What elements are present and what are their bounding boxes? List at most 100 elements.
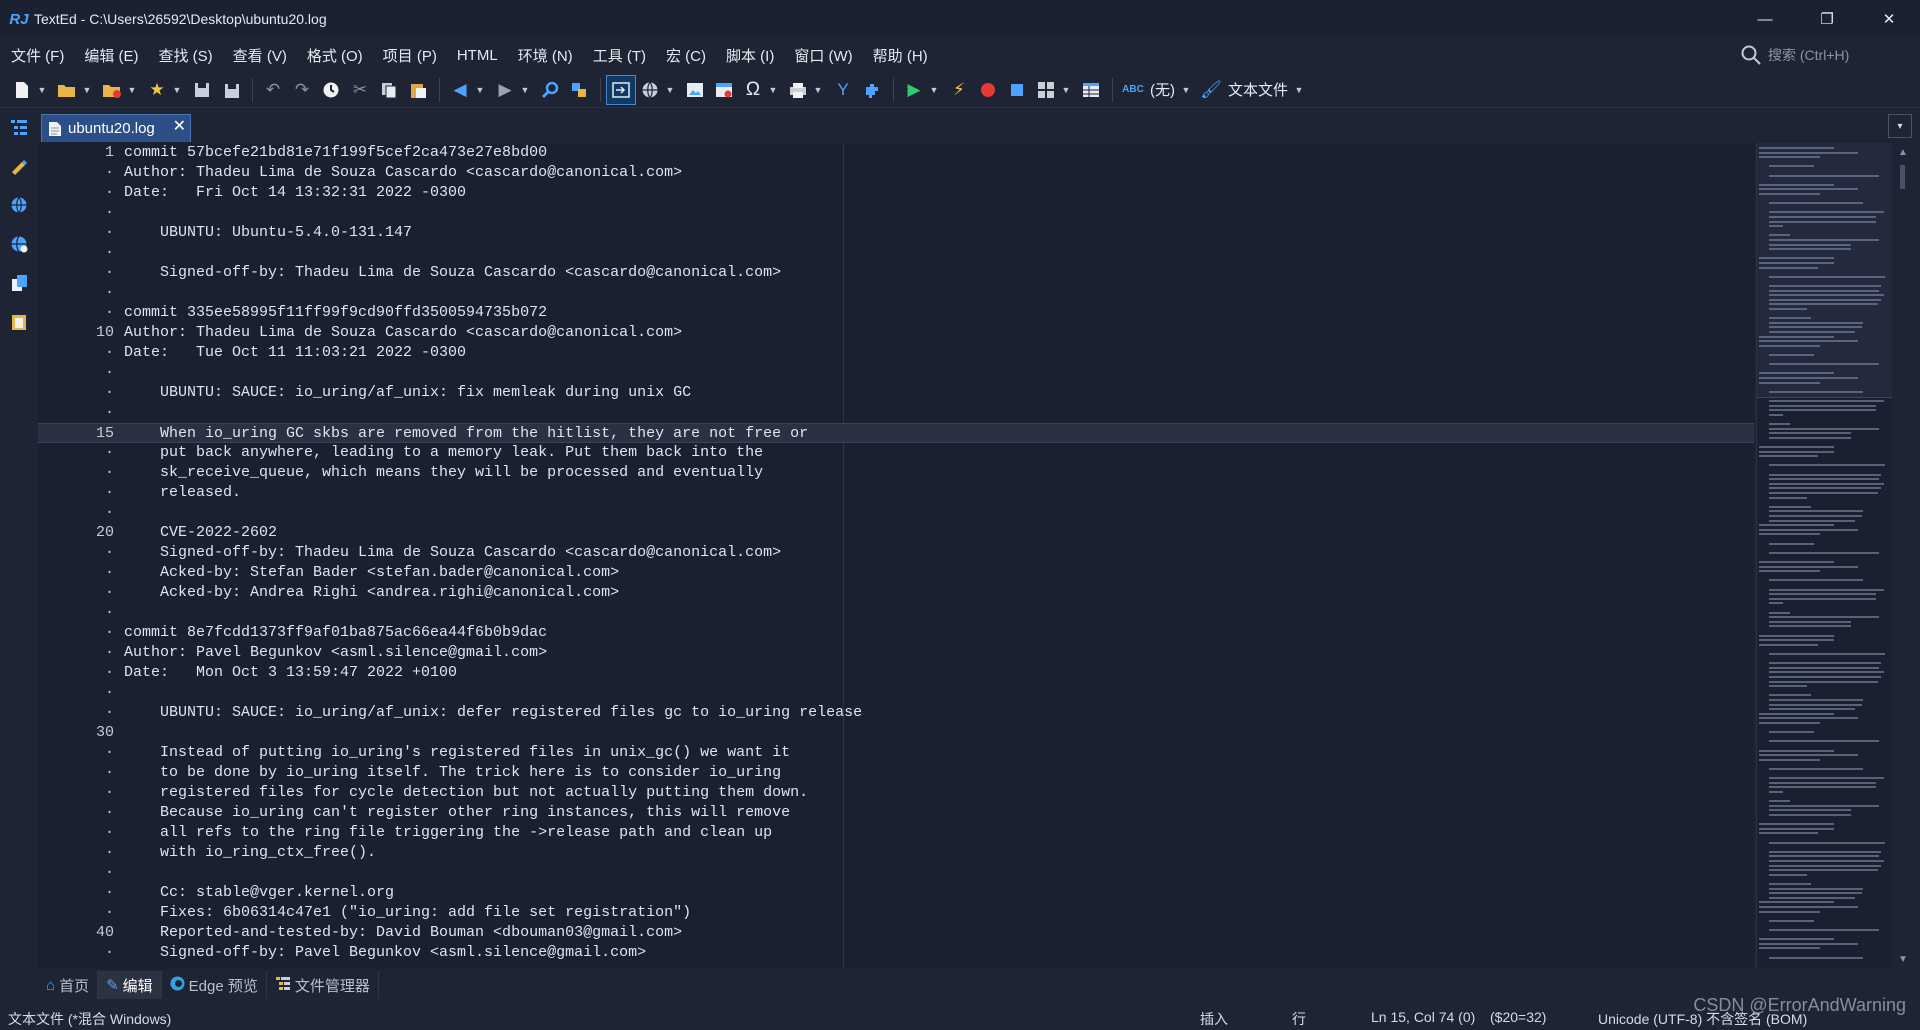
print-dropdown[interactable]: ▼ xyxy=(813,85,823,95)
new-file-icon[interactable] xyxy=(8,76,36,104)
image-icon[interactable] xyxy=(681,76,709,104)
print-icon[interactable] xyxy=(784,76,812,104)
editor-line[interactable]: · Fixes: 6b06314c47e1 ("io_uring: add fi… xyxy=(38,903,1754,923)
undo-icon[interactable]: ↶ xyxy=(259,76,287,104)
editor-line[interactable]: · Acked-by: Andrea Righi <andrea.righi@c… xyxy=(38,583,1754,603)
open-dropdown[interactable]: ▼ xyxy=(82,85,92,95)
editor-line[interactable]: · registered files for cycle detection b… xyxy=(38,783,1754,803)
editor-line[interactable]: · with io_ring_ctx_free(). xyxy=(38,843,1754,863)
ftp-globe-icon[interactable] xyxy=(4,229,34,259)
menu-environment[interactable]: 环境 (N) xyxy=(507,45,582,66)
back-dropdown[interactable]: ▼ xyxy=(475,85,485,95)
editor-line[interactable]: · commit 335ee58995f11ff99f9cd90ffd350059… xyxy=(38,303,1754,323)
editor-line[interactable]: · Date: Mon Oct 3 13:59:47 2022 +0100 xyxy=(38,663,1754,683)
menu-html[interactable]: HTML xyxy=(446,47,507,64)
menu-script[interactable]: 脚本 (I) xyxy=(715,45,783,66)
editor-line[interactable]: · sk_receive_queue, which means they wil… xyxy=(38,463,1754,483)
editor-line[interactable]: · Cc: stable@vger.kernel.org xyxy=(38,883,1754,903)
forward-arrow-icon[interactable]: ▶ xyxy=(491,76,519,104)
scroll-up-icon[interactable]: ▲ xyxy=(1898,147,1908,158)
editor-line[interactable]: 20 CVE-2022-2602 xyxy=(38,523,1754,543)
editor-line[interactable]: · Author: Pavel Begunkov <asml.silence@gm… xyxy=(38,643,1754,663)
record-icon[interactable] xyxy=(974,76,1002,104)
menu-tools[interactable]: 工具 (T) xyxy=(582,45,655,66)
redo-icon[interactable]: ↷ xyxy=(288,76,316,104)
filetype-select[interactable]: 文本文件 xyxy=(1228,79,1288,100)
scroll-down-icon[interactable]: ▼ xyxy=(1898,954,1908,965)
table-icon[interactable] xyxy=(710,76,738,104)
favorites-star-icon[interactable]: ★ xyxy=(143,76,171,104)
menu-window[interactable]: 窗口 (W) xyxy=(783,45,861,66)
menu-macro[interactable]: 宏 (C) xyxy=(655,45,715,66)
view-tab-home[interactable]: ⌂ 首页 xyxy=(38,971,99,999)
recent-dropdown[interactable]: ▼ xyxy=(127,85,137,95)
editor-line[interactable]: · xyxy=(38,403,1754,423)
cut-icon[interactable]: ✂ xyxy=(346,76,374,104)
menu-file[interactable]: 文件 (F) xyxy=(0,45,73,66)
filetype-dropdown[interactable]: ▼ xyxy=(1294,85,1304,95)
editor-line[interactable]: · put back anywhere, leading to a memory… xyxy=(38,443,1754,463)
menu-format[interactable]: 格式 (O) xyxy=(296,45,372,66)
editor-line[interactable]: · UBUNTU: SAUCE: io_uring/af_unix: fix m… xyxy=(38,383,1754,403)
editor-line[interactable]: 30 xyxy=(38,723,1754,743)
tools-icon[interactable]: Y xyxy=(829,76,857,104)
close-window-button[interactable]: ✕ xyxy=(1858,0,1920,38)
editor-line[interactable]: · Because io_uring can't register other … xyxy=(38,803,1754,823)
editor-line[interactable]: · Signed-off-by: Pavel Begunkov <asml.si… xyxy=(38,943,1754,963)
editor-line[interactable]: · all refs to the ring file triggering t… xyxy=(38,823,1754,843)
globe-dropdown[interactable]: ▼ xyxy=(665,85,675,95)
history-clock-icon[interactable] xyxy=(317,76,345,104)
view-tab-edit[interactable]: ✎ 编辑 xyxy=(98,971,162,999)
tabs-menu-button[interactable]: ▾ xyxy=(1888,114,1912,138)
editor-line[interactable]: · xyxy=(38,603,1754,623)
globe-icon[interactable] xyxy=(636,76,664,104)
editor-line[interactable]: · Instead of putting io_uring's register… xyxy=(38,743,1754,763)
outline-list-icon[interactable] xyxy=(4,112,34,142)
editor-line[interactable]: · UBUNTU: SAUCE: io_uring/af_unix: defer… xyxy=(38,703,1754,723)
file-panel-icon[interactable] xyxy=(4,268,34,298)
editor-line[interactable]: · xyxy=(38,863,1754,883)
grid-icon[interactable] xyxy=(1077,76,1105,104)
editor-line[interactable]: · Date: Fri Oct 14 13:32:31 2022 -0300 xyxy=(38,183,1754,203)
menu-help[interactable]: 帮助 (H) xyxy=(862,45,937,66)
tab-close-icon[interactable]: ✕ xyxy=(173,116,186,136)
menu-project[interactable]: 项目 (P) xyxy=(372,45,446,66)
copy-icon[interactable] xyxy=(375,76,403,104)
status-insert-mode[interactable]: 插入 xyxy=(1200,1009,1228,1029)
layout-dropdown[interactable]: ▼ xyxy=(1061,85,1071,95)
tab-ubuntu20-log[interactable]: ubuntu20.log ✕ xyxy=(41,114,191,142)
abc-icon[interactable]: ABC xyxy=(1119,76,1147,104)
status-file-type[interactable]: 文本文件 (*混合 Windows) xyxy=(8,1009,171,1029)
editor-line[interactable]: · released. xyxy=(38,483,1754,503)
vertical-scrollbar[interactable]: ▲ ▼ xyxy=(1894,143,1912,969)
flash-icon[interactable]: ⚡ xyxy=(945,76,973,104)
new-file-dropdown[interactable]: ▼ xyxy=(37,85,47,95)
editor-line[interactable]: 10 Author: Thadeu Lima de Souza Cascardo … xyxy=(38,323,1754,343)
paste-icon[interactable] xyxy=(404,76,432,104)
menu-edit[interactable]: 编辑 (E) xyxy=(73,45,147,66)
menu-search[interactable]: 查找 (S) xyxy=(148,45,222,66)
omega-icon[interactable]: Ω xyxy=(739,76,767,104)
clip-library-icon[interactable] xyxy=(4,151,34,181)
editor-line[interactable]: · Date: Tue Oct 11 11:03:21 2022 -0300 xyxy=(38,343,1754,363)
editor-line[interactable]: 40 Reported-and-tested-by: David Bouman … xyxy=(38,923,1754,943)
editor-line[interactable]: · xyxy=(38,243,1754,263)
editor-line[interactable]: · Author: Thadeu Lima de Souza Cascardo <… xyxy=(38,163,1754,183)
save-all-icon[interactable] xyxy=(217,76,245,104)
spellcheck-select[interactable]: (无) xyxy=(1150,79,1175,100)
plugin-icon[interactable] xyxy=(858,76,886,104)
scroll-thumb[interactable] xyxy=(1900,165,1905,189)
view-tab-edge-preview[interactable]: Edge 预览 xyxy=(162,971,267,999)
save-icon[interactable] xyxy=(188,76,216,104)
global-search-input[interactable]: 搜索 (Ctrl+H) xyxy=(1740,42,1910,68)
replace-icon[interactable] xyxy=(565,76,593,104)
editor-line[interactable]: · commit 8e7fcdd1373ff9af01ba875ac66ea44f… xyxy=(38,623,1754,643)
editor-line[interactable]: 1 commit 57bcefe21bd81e71f199f5cef2ca473e… xyxy=(38,143,1754,163)
editor-line[interactable]: · xyxy=(38,203,1754,223)
view-tab-file-manager[interactable]: 文件管理器 xyxy=(267,971,379,999)
editor-line[interactable]: · UBUNTU: Ubuntu-5.4.0-131.147 xyxy=(38,223,1754,243)
back-arrow-icon[interactable]: ◀ xyxy=(446,76,474,104)
find-icon[interactable] xyxy=(536,76,564,104)
editor-line[interactable]: · xyxy=(38,283,1754,303)
status-cursor-position[interactable]: Ln 15, Col 74 (0) xyxy=(1371,1009,1475,1025)
